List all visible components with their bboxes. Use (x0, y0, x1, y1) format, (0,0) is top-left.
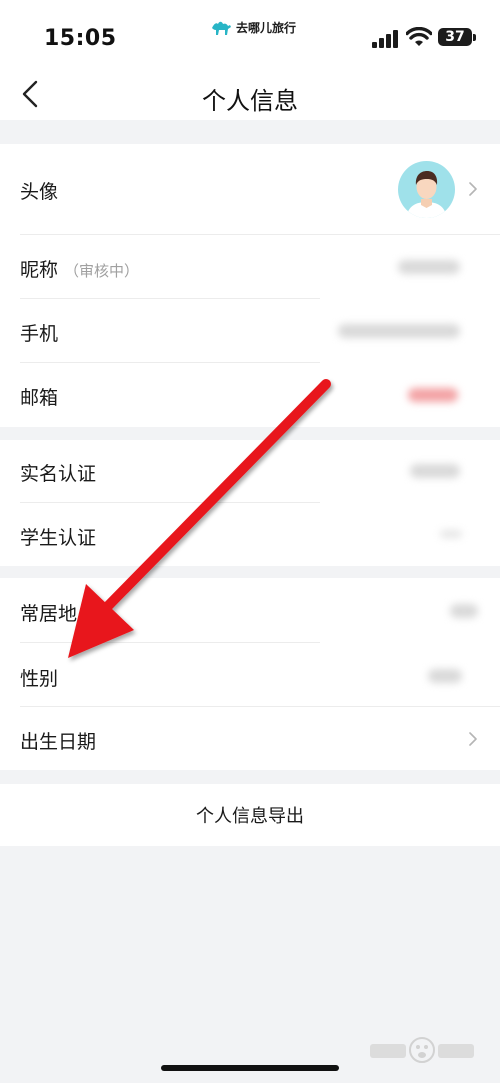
status-time: 15:05 (44, 26, 117, 51)
phone-row[interactable]: 手机 (0, 299, 500, 362)
student-auth-label: 学生认证 (20, 527, 97, 549)
email-label: 邮箱 (20, 387, 59, 409)
battery-indicator: 37 (438, 28, 472, 46)
residence-row[interactable]: 常居地 (0, 578, 500, 642)
battery-cap (473, 34, 476, 41)
birthdate-label: 出生日期 (20, 731, 97, 753)
nav-bar: 个人信息 (0, 70, 500, 120)
camel-logo-icon (212, 21, 231, 35)
avatar-label: 头像 (20, 181, 59, 203)
gender-value-blurred (428, 669, 462, 683)
nickname-row[interactable]: 昵称 （审核中） (0, 235, 500, 298)
chevron-right-icon (469, 732, 477, 746)
real-name-auth-label: 实名认证 (20, 463, 97, 485)
chevron-right-icon (469, 182, 477, 196)
phone-label: 手机 (20, 323, 59, 345)
real-name-auth-row[interactable]: 实名认证 (0, 440, 500, 502)
gender-label: 性别 (20, 668, 59, 690)
avatar[interactable] (398, 161, 455, 218)
app-name: 去哪儿旅行 (236, 20, 297, 35)
avatar-person-icon (406, 171, 447, 218)
signal-icon (372, 30, 398, 48)
real-name-value-blurred (410, 464, 460, 478)
export-label: 个人信息导出 (196, 806, 304, 827)
auth-group: 实名认证 学生认证 (0, 440, 500, 566)
page-title: 个人信息 (202, 87, 298, 115)
birthdate-row[interactable]: 出生日期 (0, 707, 500, 770)
student-auth-row[interactable]: 学生认证 (0, 503, 500, 566)
watermark-logo (370, 1037, 474, 1063)
email-row[interactable]: 邮箱 (0, 363, 500, 427)
phone-value-blurred (338, 324, 460, 338)
nickname-review-note: （审核中） (64, 262, 140, 280)
nickname-value-blurred (398, 260, 460, 274)
residence-label: 常居地 (20, 603, 78, 625)
wifi-icon (406, 27, 432, 46)
export-personal-info-button[interactable]: 个人信息导出 (0, 784, 500, 846)
nickname-label-text: 昵称 (20, 259, 59, 281)
home-indicator (161, 1065, 339, 1071)
status-bar: 15:05 去哪儿旅行 37 (0, 0, 500, 70)
gender-row[interactable]: 性别 (0, 643, 500, 706)
app-badge: 去哪儿旅行 (210, 18, 296, 36)
student-auth-value-blurred (440, 530, 462, 538)
nickname-label: 昵称 （审核中） (20, 255, 139, 282)
residence-value-blurred (450, 604, 478, 618)
other-info-group: 常居地 性别 出生日期 (0, 578, 500, 770)
email-value-blurred (408, 388, 458, 402)
